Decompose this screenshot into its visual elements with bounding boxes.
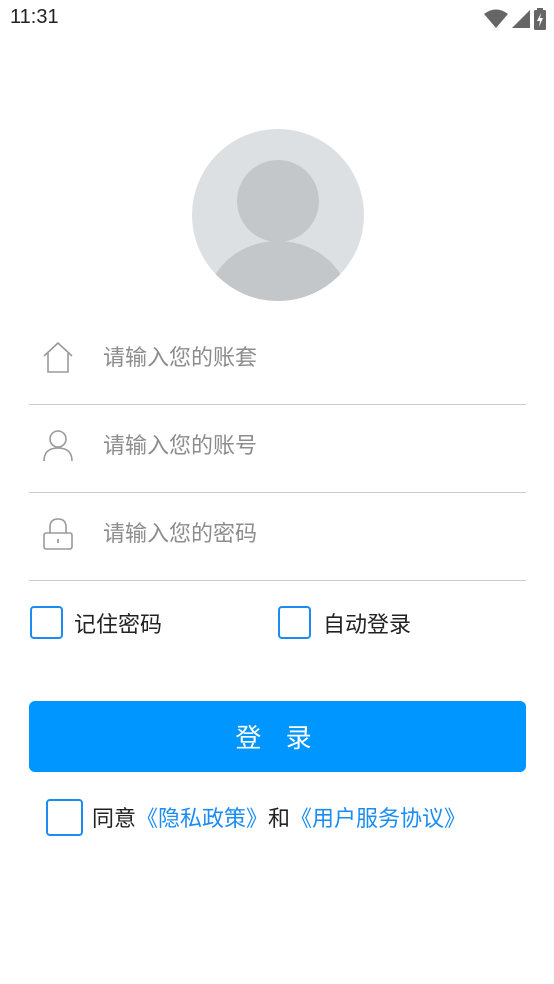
agreement-checkbox[interactable]: [46, 799, 83, 836]
login-button[interactable]: 登 录: [29, 701, 526, 772]
user-avatar-icon: [206, 160, 350, 301]
status-bar: 11:31: [0, 0, 554, 40]
battery-icon: [534, 8, 546, 30]
remember-password-checkbox[interactable]: [30, 606, 63, 639]
user-agreement-link[interactable]: 《用户服务协议》: [290, 807, 466, 832]
lock-icon: [43, 518, 73, 550]
remember-password-label[interactable]: 记住密码: [74, 607, 162, 639]
account-set-field: [29, 316, 526, 405]
privacy-policy-link[interactable]: 《隐私政策》: [136, 807, 268, 832]
signal-icon: [512, 10, 530, 28]
account-field: [29, 404, 526, 493]
password-field: [29, 492, 526, 581]
user-icon: [43, 430, 73, 462]
wifi-icon: [484, 9, 508, 28]
agreement-text: 同意《隐私政策》和《用户服务协议》: [92, 801, 466, 833]
home-icon: [43, 342, 73, 373]
agreement-and: 和: [268, 807, 291, 832]
password-input[interactable]: [101, 510, 505, 558]
avatar: [192, 129, 364, 301]
account-set-input[interactable]: [101, 334, 505, 382]
auto-login-checkbox[interactable]: [278, 606, 311, 639]
agreement-prefix: 同意: [92, 807, 137, 832]
auto-login-label[interactable]: 自动登录: [323, 607, 411, 639]
status-time: 11:31: [10, 6, 59, 28]
account-input[interactable]: [101, 422, 505, 470]
status-icons: [484, 8, 546, 30]
